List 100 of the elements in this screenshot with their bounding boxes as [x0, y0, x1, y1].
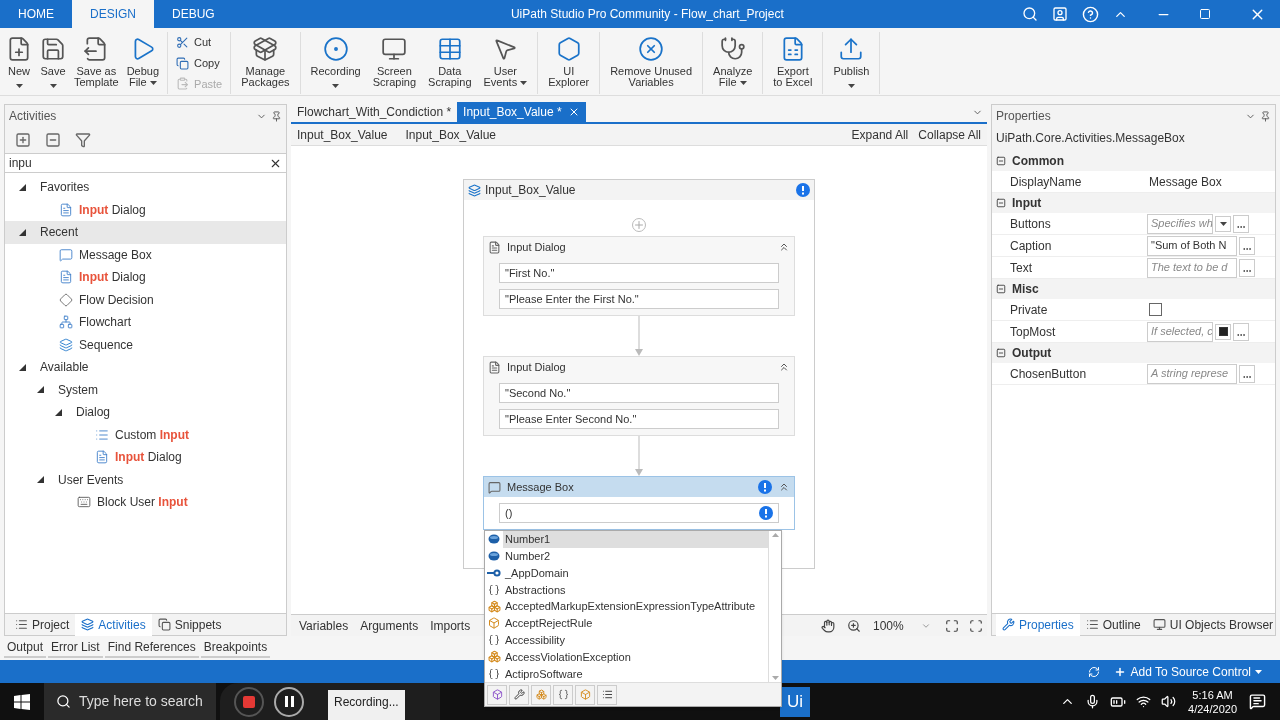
document-tab[interactable]: Flowchart_With_Condiction * [291, 102, 458, 122]
app-icon[interactable]: Ui [780, 686, 811, 717]
tree-item[interactable]: Recent [5, 221, 286, 244]
suggestion-item[interactable]: _AppDomain [485, 564, 768, 582]
ellipsis-button[interactable] [1239, 258, 1255, 277]
output-tab[interactable]: Output [4, 638, 47, 658]
microphone-icon[interactable] [1085, 694, 1101, 709]
expand-all-icon[interactable] [15, 132, 31, 148]
designer-tab[interactable]: Imports [426, 616, 475, 635]
tree-item[interactable]: User Events [5, 468, 286, 491]
checkbox[interactable] [1149, 303, 1162, 316]
expression-field[interactable]: () [499, 503, 779, 523]
restore-icon[interactable] [1199, 8, 1211, 20]
ribbon-button[interactable]: Remove Unused Variables [606, 32, 697, 94]
panel-tab[interactable]: UI Objects Browser [1146, 613, 1280, 636]
stop-button[interactable] [234, 686, 264, 717]
collapse-icon[interactable] [996, 284, 1006, 294]
source-control-button[interactable]: Add To Source Control [1114, 662, 1262, 681]
expression-field[interactable]: The text to be d [1147, 257, 1237, 278]
tree-item[interactable]: Dialog [5, 401, 286, 424]
tree-item[interactable]: Input Dialog [5, 198, 286, 221]
expression-field[interactable]: "Sum of Both N [1147, 235, 1237, 256]
output-tab[interactable]: Find References [104, 638, 199, 658]
zoom-dropdown[interactable]: 100% [871, 616, 933, 635]
ribbon-button[interactable]: Manage Packages [237, 32, 294, 94]
tree-item[interactable]: System [5, 378, 286, 401]
filter-button[interactable] [553, 684, 573, 705]
pin-icon[interactable] [271, 110, 282, 122]
pause-button[interactable] [274, 686, 304, 717]
overview-icon[interactable] [969, 618, 983, 633]
panel-tab[interactable]: Properties [996, 613, 1080, 636]
wifi-icon[interactable] [1136, 694, 1152, 709]
expander-icon[interactable] [19, 183, 26, 191]
ribbon-tab[interactable]: DESIGN [72, 0, 154, 28]
clock-time[interactable]: 5:16 AM [1192, 687, 1233, 702]
output-tab[interactable]: Breakpoints [200, 638, 271, 658]
activity-card[interactable]: Input Dialog "First No." "Please Enter the First No." [483, 236, 795, 316]
taskbar-search[interactable]: Type here to search [44, 683, 216, 720]
ribbon-button[interactable]: Save as Template [70, 32, 123, 94]
tree-item[interactable]: Input Dialog [5, 446, 286, 469]
suggestion-item[interactable]: AccessViolationException [485, 648, 768, 666]
search-field[interactable]: inpu [5, 153, 286, 173]
expression-field[interactable]: "Please Enter the First No." [499, 289, 779, 309]
property-value[interactable]: Message Box [1147, 172, 1222, 191]
ribbon-button[interactable]: Analyze File [709, 32, 757, 94]
collapse-icon[interactable] [778, 481, 790, 493]
ribbon-button[interactable]: Screen Scraping [368, 32, 421, 94]
suggestion-item[interactable]: ActiproSoftware [485, 665, 768, 683]
ribbon-button[interactable]: Recording [306, 32, 365, 94]
panel-tab[interactable]: Project [9, 613, 76, 636]
activity-card[interactable]: Input Dialog "Second No." "Please Enter Second No." [483, 356, 795, 436]
suggestion-item[interactable]: Accessibility [485, 631, 768, 649]
ribbon-button[interactable]: New [2, 32, 36, 94]
filter-button[interactable] [597, 684, 617, 705]
suggestion-item[interactable]: AcceptRejectRule [485, 615, 768, 632]
ribbon-tab[interactable]: HOME [0, 0, 72, 28]
ribbon-button[interactable]: UI Explorer [544, 32, 594, 94]
ribbon-button[interactable]: Save [36, 32, 70, 94]
ellipsis-button[interactable] [1239, 236, 1255, 255]
suggestion-item[interactable]: AcceptedMarkupExtensionExpressionTypeAttribute [485, 598, 768, 615]
tree-item[interactable]: Flow Decision [5, 288, 286, 311]
panel-tab[interactable]: Snippets [151, 613, 228, 636]
designer-tab[interactable]: Arguments [356, 616, 423, 635]
search-icon[interactable] [1022, 6, 1038, 22]
pin-icon[interactable] [1260, 110, 1271, 122]
volume-icon[interactable] [1161, 694, 1177, 709]
ribbon-button[interactable]: Export to Excel [769, 32, 817, 94]
suggestion-item[interactable]: Abstractions [485, 581, 768, 599]
tree-item[interactable]: Message Box [5, 243, 286, 266]
expression-field[interactable]: "First No." [499, 263, 779, 283]
expression-field[interactable]: If selected, c [1147, 321, 1213, 342]
collapse-icon[interactable] [996, 198, 1006, 208]
tree-item[interactable]: Favorites [5, 176, 286, 199]
document-tab[interactable]: Input_Box_Value * [457, 102, 586, 122]
tree-item[interactable]: Input Dialog [5, 266, 286, 289]
ribbon-button[interactable]: User Events [479, 32, 532, 94]
tree-item[interactable]: Custom Input [5, 423, 286, 446]
expander-icon[interactable] [37, 386, 44, 394]
tree-item[interactable]: Block User Input [5, 491, 286, 514]
dropdown-button[interactable] [1215, 215, 1231, 232]
filter-button[interactable] [487, 684, 507, 705]
ribbon-tab[interactable]: DEBUG [154, 0, 233, 28]
expand-all-button[interactable]: Expand All [851, 125, 909, 144]
expander-icon[interactable] [55, 408, 62, 416]
collapse-all-icon[interactable] [45, 132, 61, 148]
windows-logo-icon[interactable] [14, 693, 30, 710]
designer-tab[interactable]: Variables [295, 616, 353, 635]
fit-icon[interactable] [945, 618, 959, 633]
activity-card[interactable]: Message Box () [483, 476, 795, 530]
expander-icon[interactable] [37, 476, 44, 484]
panel-tab[interactable]: Outline [1079, 613, 1147, 636]
collapse-icon[interactable] [996, 156, 1006, 166]
ellipsis-button[interactable] [1239, 364, 1255, 383]
expander-icon[interactable] [19, 228, 26, 236]
ribbon-button[interactable]: Data Scraping [424, 32, 476, 94]
panel-tab[interactable]: Activities [75, 613, 152, 636]
ribbon-button[interactable]: Debug File [122, 32, 164, 94]
refresh-icon[interactable] [1088, 665, 1101, 678]
collapse-all-button[interactable]: Collapse All [918, 125, 981, 144]
tree-item[interactable]: Sequence [5, 333, 286, 356]
